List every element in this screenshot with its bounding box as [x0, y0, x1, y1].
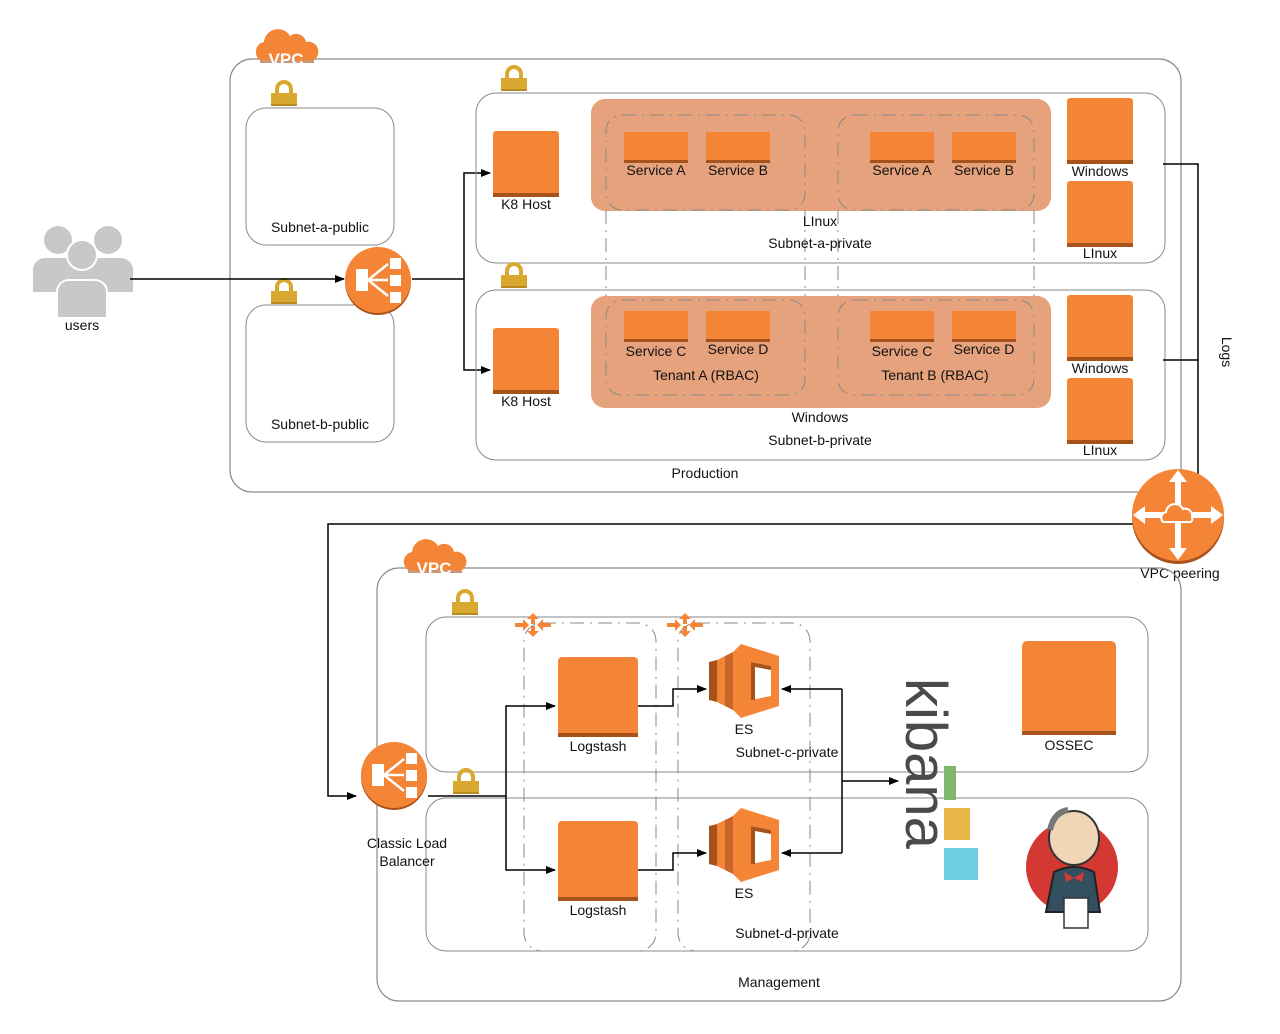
es-label: ES — [735, 721, 754, 737]
vpc-badge-label: VPC — [269, 50, 304, 69]
service-label: Service B — [708, 162, 768, 178]
node-group-os-label: LInux — [803, 213, 837, 229]
clb-label: Classic Load — [367, 835, 447, 851]
k8-host-a[interactable] — [493, 131, 559, 197]
edge-logstash-to-es-c — [638, 685, 707, 707]
service-label: Service B — [954, 162, 1014, 178]
logstash-label: Logstash — [570, 902, 627, 918]
ossec-instance[interactable] — [1022, 641, 1116, 735]
subnet-a-private-label: Subnet-a-private — [768, 235, 872, 251]
users-label: users — [65, 317, 99, 333]
architecture-diagram: users VPC Production Subnet-a-public Sub… — [33, 29, 1235, 1002]
ossec-label: OSSEC — [1044, 737, 1093, 753]
edge-clb-to-logstash-c — [428, 702, 556, 797]
node-label: Windows — [1072, 163, 1129, 179]
lock-icon — [451, 768, 481, 796]
windows-node[interactable] — [1067, 98, 1133, 164]
clb-label: Balancer — [379, 853, 435, 869]
elasticsearch-d-icon[interactable] — [709, 808, 779, 882]
classic-load-balancer-icon[interactable] — [359, 740, 429, 812]
lock-icon — [499, 65, 529, 93]
subnet-c-private-label: Subnet-c-private — [736, 744, 839, 760]
service-label: Service A — [872, 162, 932, 178]
linux-node[interactable] — [1067, 378, 1133, 444]
production-title: Production — [672, 465, 739, 481]
node-label: LInux — [1083, 245, 1117, 261]
kibana-wordmark: kibana — [893, 678, 958, 850]
lock-icon — [499, 262, 529, 290]
lock-icon — [269, 278, 299, 306]
vpc-peering-icon[interactable] — [1132, 469, 1224, 564]
node-group-os-label: Windows — [792, 409, 849, 425]
k8-host-b-label: K8 Host — [501, 393, 551, 409]
edge-logstash-to-es-d — [638, 849, 707, 871]
lock-icon — [269, 80, 299, 108]
jenkins-icon — [1026, 807, 1118, 929]
service-label: Service A — [626, 162, 686, 178]
management-title: Management — [738, 974, 820, 990]
subnet-b-public-label: Subnet-b-public — [271, 416, 369, 432]
k8-host-a-label: K8 Host — [501, 196, 551, 212]
subnet-a-public-label: Subnet-a-public — [271, 219, 369, 235]
service-label: Service D — [954, 341, 1015, 357]
logstash-d[interactable] — [558, 821, 638, 901]
tenant-label: Tenant A (RBAC) — [653, 367, 759, 383]
logs-label: Logs — [1219, 337, 1235, 367]
logstash-label: Logstash — [570, 738, 627, 754]
load-balancer-icon[interactable] — [343, 245, 413, 317]
subnet-b-private-label: Subnet-b-private — [768, 432, 872, 448]
service-label: Service C — [626, 343, 687, 359]
k8-host-b[interactable] — [493, 328, 559, 394]
node-label: Windows — [1072, 360, 1129, 376]
lock-icon — [450, 589, 480, 617]
service-label: Service D — [708, 341, 769, 357]
windows-node[interactable] — [1067, 295, 1133, 361]
elasticsearch-c-icon[interactable] — [709, 644, 779, 718]
tenant-label: Tenant B (RBAC) — [881, 367, 988, 383]
kibana-logo: kibana — [893, 678, 978, 880]
logstash-c[interactable] — [558, 657, 638, 737]
service-label: Service C — [872, 343, 933, 359]
edge-elb-to-k8-a — [412, 169, 491, 280]
subnet-d-private-label: Subnet-d-private — [735, 925, 839, 941]
users-icon — [33, 226, 133, 319]
linux-node[interactable] — [1067, 181, 1133, 247]
es-label: ES — [735, 885, 754, 901]
vpc-badge-label: VPC — [417, 559, 452, 578]
node-label: LInux — [1083, 442, 1117, 458]
edge-clb-to-logstash-d — [505, 796, 556, 874]
